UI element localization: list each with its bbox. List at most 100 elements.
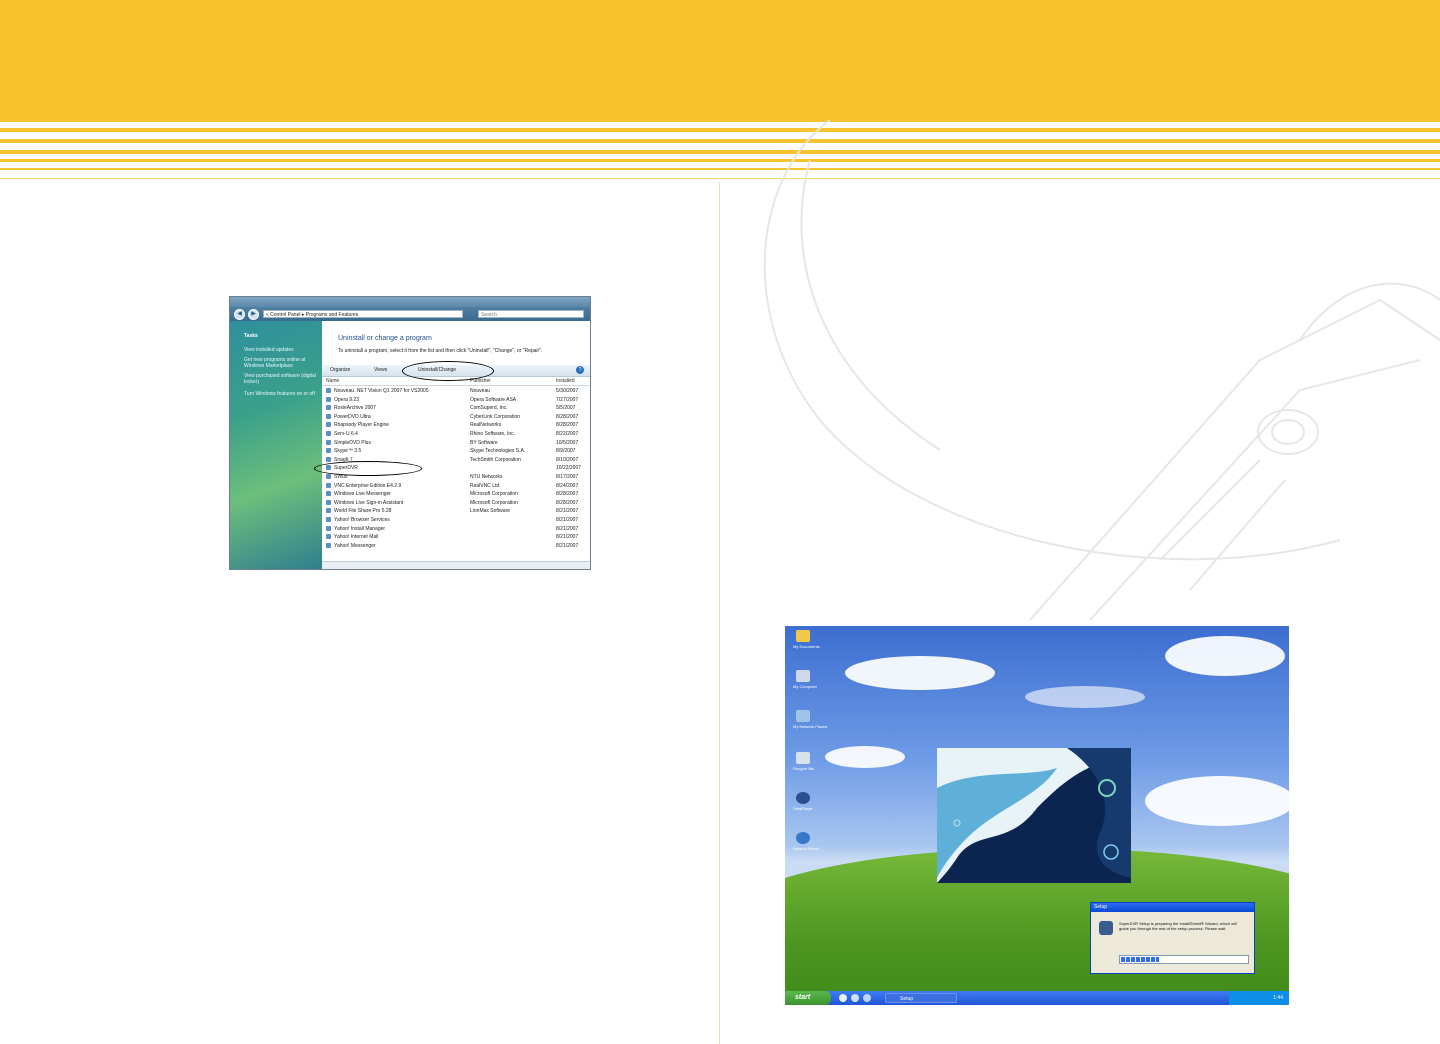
forward-arrow-icon[interactable]: ▶ [248,309,259,320]
clock: 1:44 [1273,995,1283,1001]
program-name: Yahoo! Internet Mail [334,534,379,541]
cloud [1165,636,1285,676]
desktop-icon-my-documents[interactable]: My Documents [793,630,820,649]
program-installed-date: 8/28/2007 [556,422,579,429]
program-installed-date: 8/21/2007 [556,534,579,541]
program-publisher: CyberLink Corporation [470,413,521,420]
program-name: Nouveau .NET Vision Q1 2007 for VS2005 [334,388,429,394]
table-row[interactable]: Windows Live Messenger Microsoft Corporat… [322,490,586,498]
task-link[interactable]: Get new programs online at Windows Marke… [244,357,316,369]
table-row[interactable]: PowerDVD Ultra CyberLink Corporation 8/28/… [322,413,586,421]
table-row[interactable]: Yahoo! Internet Mail 8/21/2007 [322,533,586,541]
table-row[interactable]: VNC Enterprise Edition E4.2.9 RealVNC Ltd… [322,482,586,490]
xp-setup-screenshot: My Documents My Computer My Network Plac… [785,626,1289,1005]
program-installed-date: 10/22/2007 [556,465,582,472]
table-row[interactable]: Nouveau .NET Vision Q1 2007 for VS2005 No… [322,387,586,395]
disc-pen-watermark [763,120,1440,620]
program-name: SimpleDVD Plus [334,439,371,446]
program-publisher: ComSuperd, Inc. [470,405,508,412]
help-icon[interactable]: ? [576,366,584,374]
desktop-icon-recycle-bin[interactable]: Recycle Bin [793,752,814,771]
program-icon [326,396,331,402]
program-publisher: RealNetworks [470,422,502,429]
taskbar: start Setup 1:44 [785,991,1289,1005]
tasks-heading: Tasks [244,333,258,339]
table-row[interactable]: Skype™ 3.5 Skype Technologies S.A. 8/9/200… [322,447,586,455]
organize-button[interactable]: Organize [330,367,350,373]
program-installed-date: 5/5/2007 [556,405,576,412]
program-icon [326,534,331,540]
program-name: Skype™ 3.5 [334,448,362,455]
table-row[interactable]: Serv-U 6.4 Rhino Software, Inc. 8/22/2007 [322,430,586,438]
task-link[interactable]: View purchased software (digital locker) [244,373,316,385]
desktop-icon-network[interactable]: My Network Places [793,710,827,729]
dialog-message: SuperDVR Setup is preparing the InstallS… [1119,921,1237,931]
program-icon [326,431,331,436]
task-link[interactable]: View installed updates [244,347,316,353]
quick-launch-icon[interactable] [863,994,871,1002]
start-button[interactable]: start [785,991,831,1005]
header-band [0,0,1440,122]
views-button[interactable]: Views [374,367,387,373]
table-row[interactable]: World File Share Pro 5.28 LionMax Softwar… [322,507,586,515]
program-publisher: Opera Software ASA [470,396,517,403]
table-row[interactable]: Yahoo! Browser Services 8/21/2007 [322,516,586,524]
program-name: RoxieArchive 2007 [334,405,376,412]
program-name: Opera 9.23 [334,396,360,403]
table-row[interactable]: Yahoo! Messenger 8/21/2007 [322,542,586,550]
table-row[interactable]: Yahoo! Install Manager 8/21/2007 [322,525,586,533]
program-installed-date: 5/30/2007 [556,388,579,394]
program-icon [326,422,331,428]
column-divider [719,182,720,1044]
program-installed-date: 8/24/2007 [556,482,579,489]
cloud [825,746,905,768]
horizontal-scrollbar[interactable] [322,561,590,569]
desktop-icon-hotspot[interactable]: Hotspot Shield [793,832,819,851]
desktop-icon-realplayer[interactable]: RealPlayer [793,792,813,811]
column-header: Name Publisher Installed [322,377,590,386]
page-description: To uninstall a program, select it from t… [338,348,543,354]
table-row[interactable]: RoxieArchive 2007 ComSuperd, Inc. 5/5/2007 [322,404,586,412]
program-icon [326,508,331,514]
installer-icon [1099,921,1113,935]
program-icon [326,474,331,479]
progress-fill [1121,957,1159,962]
quick-launch-icon[interactable] [839,994,847,1002]
program-installed-date: 8/10/2007 [556,456,579,463]
back-arrow-icon[interactable]: ◀ [234,309,245,320]
program-publisher: Skype Technologies S.A. [470,448,526,455]
program-icon [326,405,331,411]
cloud [1025,686,1145,708]
program-installed-date: 8/21/2007 [556,508,579,515]
program-name: PowerDVD Ultra [334,413,371,420]
task-link[interactable]: Turn Windows features on or off [244,391,316,397]
column-installed[interactable]: Installed [556,378,575,384]
setup-dialog: Setup SuperDVR Setup is preparing the In… [1090,902,1255,974]
table-row[interactable]: Windows Live Sign-in Assistant Microsoft … [322,499,586,507]
page-title: Uninstall or change a program [338,335,432,342]
program-icon [326,499,331,505]
program-publisher: LionMax Software [470,508,511,515]
table-row[interactable]: Opera 9.23 Opera Software ASA 7/27/2007 [322,396,586,404]
program-publisher: Nouveau [470,388,491,394]
program-name: World File Share Pro 5.28 [334,508,392,515]
column-publisher[interactable]: Publisher [470,378,491,384]
search-input[interactable]: Search [478,310,584,318]
table-row[interactable]: SimpleDVD Plus BY Software 10/5/2007 [322,439,586,447]
cloud [845,656,995,690]
program-name: Windows Live Messenger [334,491,391,498]
program-installed-date: 7/27/2007 [556,396,579,403]
table-row[interactable]: Rhapsody Player Engine RealNetworks 8/28/2… [322,421,586,429]
program-publisher: RealVNC Ltd. [470,482,501,489]
program-name: Yahoo! Messenger [334,542,376,549]
column-name[interactable]: Name [326,378,339,384]
desktop-icon-my-computer[interactable]: My Computer [793,670,817,689]
quick-launch-icon[interactable] [851,994,859,1002]
vista-programs-screenshot: ◀ ▶ « Control Panel ▸ Programs and Featu… [229,296,591,570]
address-bar[interactable]: « Control Panel ▸ Programs and Features [263,310,463,318]
program-icon [326,517,331,522]
program-installed-date: 8/28/2007 [556,413,579,420]
taskbar-setup-button[interactable]: Setup [885,993,957,1003]
program-icon [326,456,331,462]
program-icon [326,388,331,393]
